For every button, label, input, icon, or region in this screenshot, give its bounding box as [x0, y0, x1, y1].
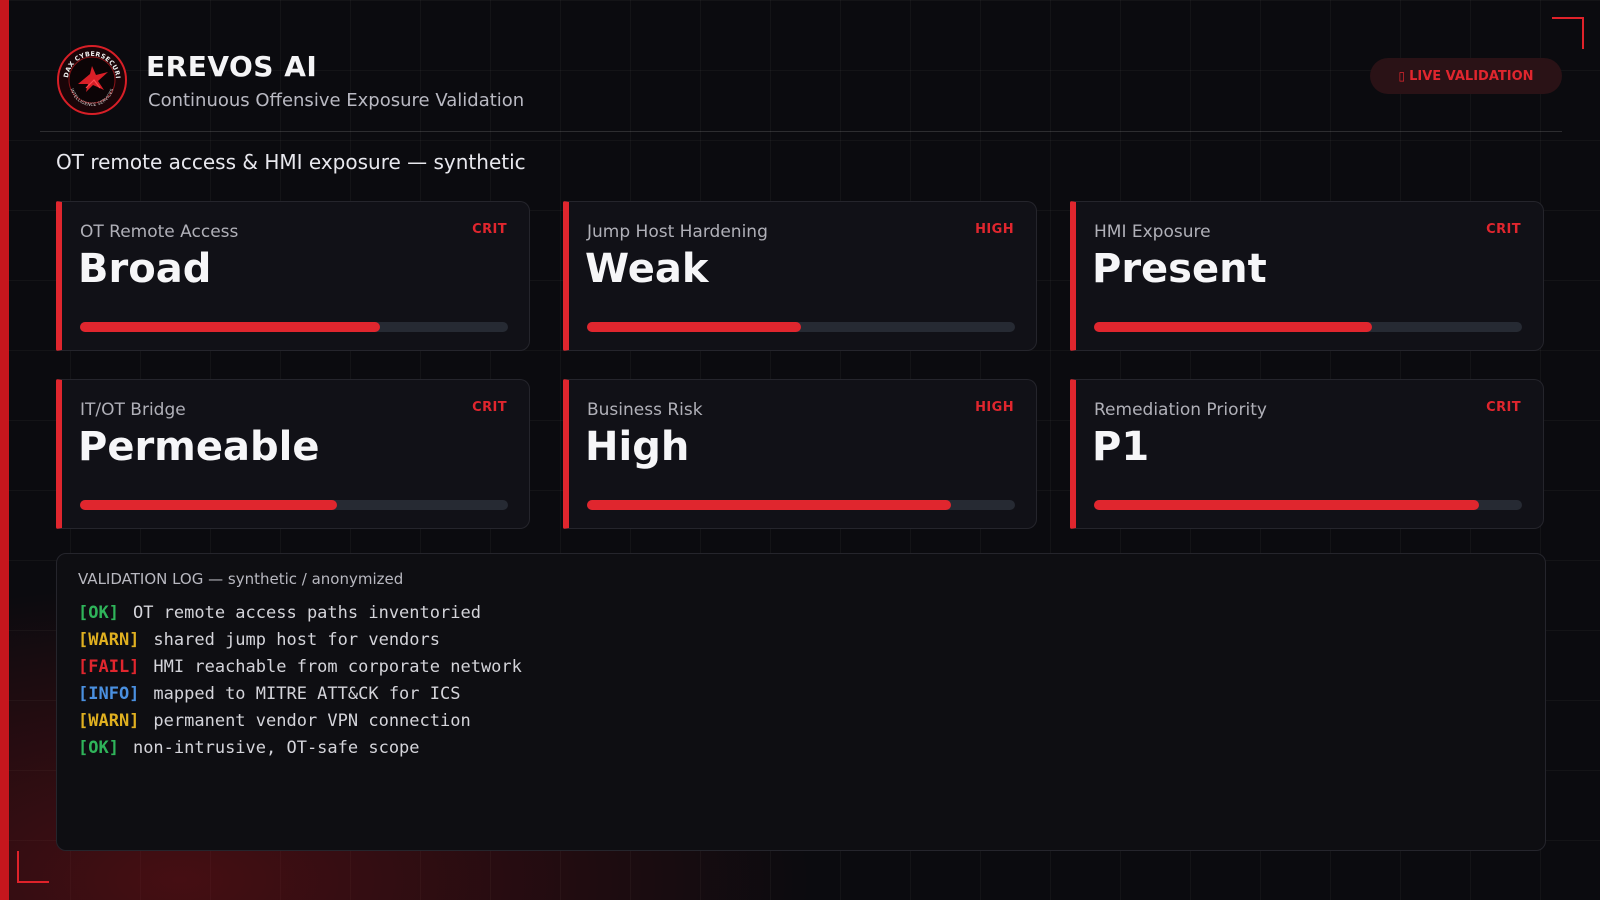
card-value: Broad	[78, 246, 212, 292]
progress-fill	[1094, 322, 1373, 332]
severity-badge: HIGH	[975, 222, 1014, 237]
progress-fill	[1094, 500, 1480, 510]
section-title: OT remote access & HMI exposure — synthe…	[56, 150, 526, 174]
card-business-risk[interactable]: Business Risk HIGH High	[563, 379, 1037, 529]
card-value: Present	[1092, 246, 1267, 292]
card-it-ot-bridge[interactable]: IT/OT Bridge CRIT Permeable	[56, 379, 530, 529]
live-status-icon: ▯	[1398, 69, 1406, 83]
card-hmi-exposure[interactable]: HMI Exposure CRIT Present	[1070, 201, 1544, 351]
log-title: VALIDATION LOG — synthetic / anonymized	[78, 570, 404, 588]
log-tag-ok: [OK]	[78, 603, 119, 623]
corner-bracket-bottom-left	[17, 851, 49, 883]
card-label: IT/OT Bridge	[80, 400, 186, 420]
log-tag-fail: [FAIL]	[78, 657, 140, 677]
log-text: OT remote access paths inventoried	[132, 603, 481, 623]
progress-track	[587, 322, 1015, 332]
progress-track	[1094, 500, 1522, 510]
live-validation-label: LIVE VALIDATION	[1409, 68, 1534, 84]
left-accent-rail	[0, 0, 9, 900]
log-line: [INFO] mapped to MITRE ATT&CK for ICS	[78, 681, 522, 708]
card-label: HMI Exposure	[1094, 222, 1211, 242]
card-label: Jump Host Hardening	[587, 222, 768, 242]
card-value: P1	[1092, 424, 1150, 470]
audax-logo-icon: AUDAX CYBERSECURITY INTELLIGENCE SERVICE…	[56, 44, 127, 115]
log-line: [WARN] permanent vendor VPN connection	[78, 708, 522, 735]
log-text: mapped to MITRE ATT&CK for ICS	[153, 684, 461, 704]
log-tag-warn: [WARN]	[78, 630, 140, 650]
card-label: OT Remote Access	[80, 222, 239, 242]
log-line: [OK] non-intrusive, OT-safe scope	[78, 735, 522, 762]
log-text: non-intrusive, OT-safe scope	[132, 738, 420, 758]
progress-fill	[587, 322, 801, 332]
card-value: Weak	[585, 246, 709, 292]
card-jump-host-hardening[interactable]: Jump Host Hardening HIGH Weak	[563, 201, 1037, 351]
severity-badge: HIGH	[975, 400, 1014, 415]
card-ot-remote-access[interactable]: OT Remote Access CRIT Broad	[56, 201, 530, 351]
severity-badge: CRIT	[472, 222, 507, 237]
header: AUDAX CYBERSECURITY INTELLIGENCE SERVICE…	[40, 40, 1562, 132]
log-line: [WARN] shared jump host for vendors	[78, 627, 522, 654]
card-remediation-priority[interactable]: Remediation Priority CRIT P1	[1070, 379, 1544, 529]
severity-badge: CRIT	[1486, 400, 1521, 415]
log-tag-warn: [WARN]	[78, 711, 140, 731]
progress-track	[587, 500, 1015, 510]
log-tag-ok: [OK]	[78, 738, 119, 758]
card-label: Business Risk	[587, 400, 703, 420]
card-value: High	[585, 424, 690, 470]
progress-track	[80, 500, 508, 510]
validation-log-panel[interactable]: VALIDATION LOG — synthetic / anonymized …	[56, 553, 1546, 851]
log-line: [OK] OT remote access paths inventoried	[78, 600, 522, 627]
app-subtitle: Continuous Offensive Exposure Validation	[148, 90, 525, 111]
card-value: Permeable	[78, 424, 320, 470]
severity-badge: CRIT	[472, 400, 507, 415]
log-text: HMI reachable from corporate network	[153, 657, 522, 677]
severity-badge: CRIT	[1486, 222, 1521, 237]
app-title: EREVOS AI	[146, 50, 318, 83]
progress-fill	[587, 500, 951, 510]
progress-fill	[80, 500, 337, 510]
log-lines: [OK] OT remote access paths inventoried […	[78, 600, 522, 762]
progress-fill	[80, 322, 380, 332]
progress-track	[1094, 322, 1522, 332]
log-text: permanent vendor VPN connection	[153, 711, 471, 731]
live-validation-badge[interactable]: ▯ LIVE VALIDATION	[1370, 58, 1562, 94]
progress-track	[80, 322, 508, 332]
log-text: shared jump host for vendors	[153, 630, 440, 650]
card-label: Remediation Priority	[1094, 400, 1267, 420]
log-line: [FAIL] HMI reachable from corporate netwo…	[78, 654, 522, 681]
log-tag-info: [INFO]	[78, 684, 140, 704]
